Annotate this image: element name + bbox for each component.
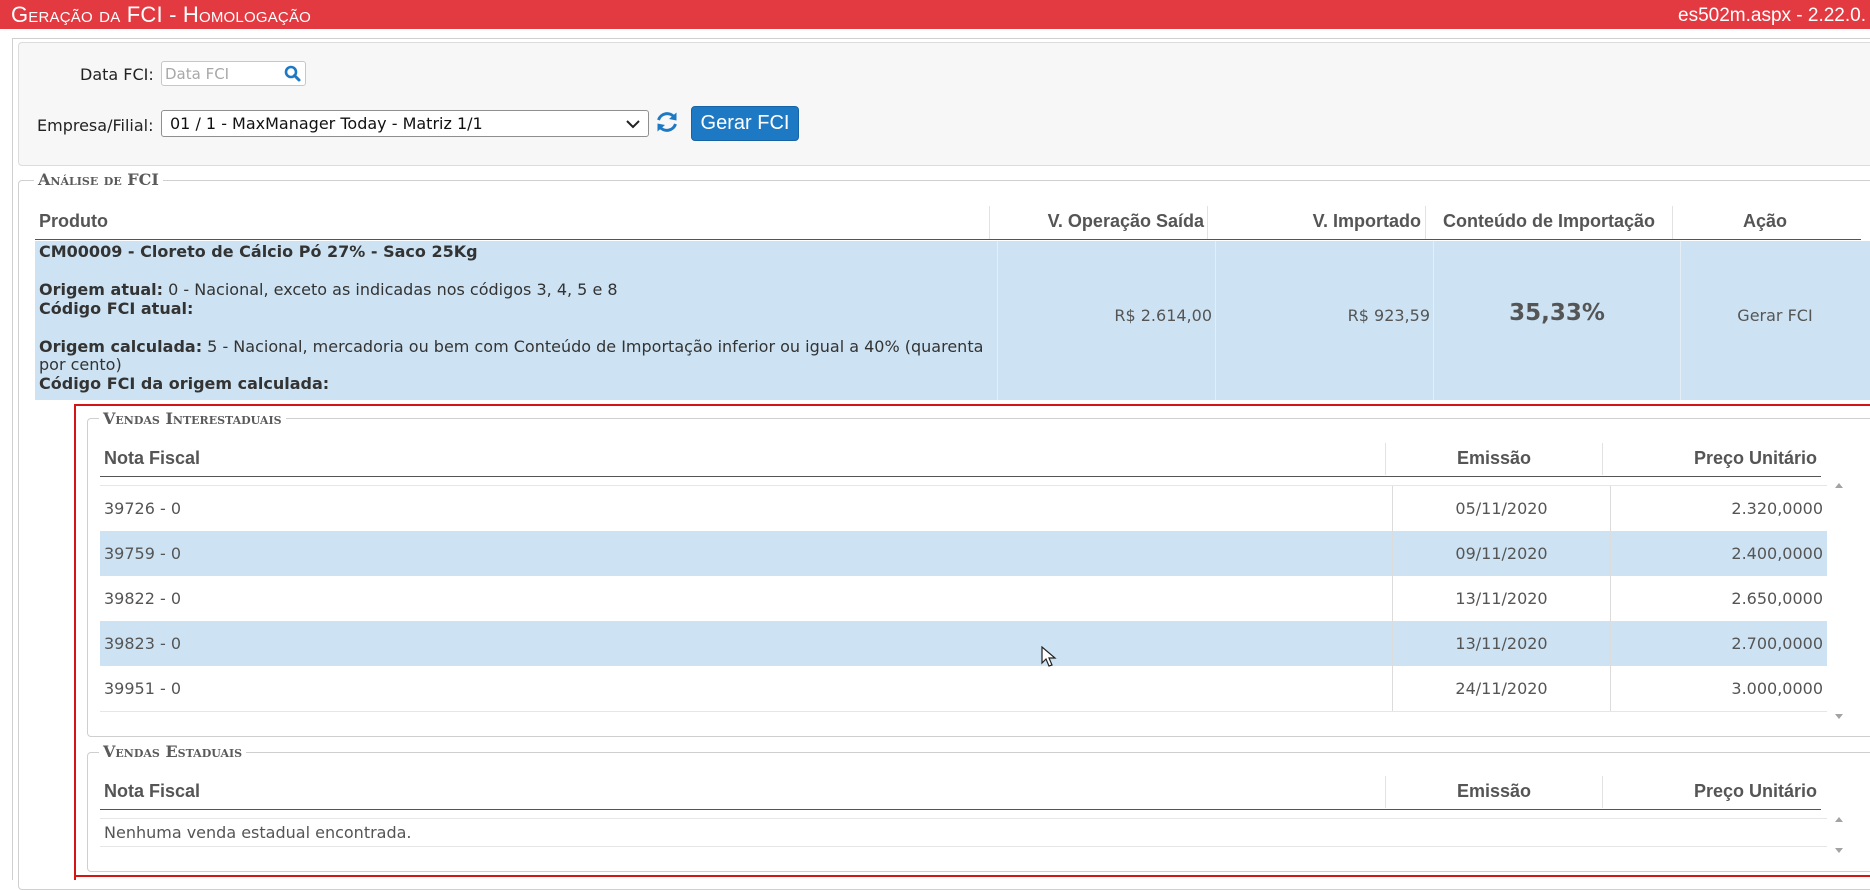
col-v-operacao-saida: V. Operação Saída bbox=[1047, 211, 1204, 231]
product-name: CM00009 - Cloreto de Cálcio Pó 27% - Sac… bbox=[39, 242, 478, 261]
chevron-down-icon bbox=[626, 120, 640, 129]
search-icon[interactable] bbox=[283, 65, 303, 83]
nota-fiscal: 39951 - 0 bbox=[104, 679, 182, 698]
company-label: Empresa/Filial: bbox=[37, 116, 154, 135]
company-select[interactable]: 01 / 1 - MaxManager Today - Matriz 1/1 bbox=[161, 110, 649, 137]
state-header-underline bbox=[100, 809, 1821, 810]
v-operacao-saida-value: R$ 2.614,00 bbox=[1114, 306, 1212, 325]
cell-separator bbox=[1610, 576, 1611, 621]
cell-separator bbox=[1610, 621, 1611, 666]
col-v-importado: V. Importado bbox=[1312, 211, 1421, 231]
codigo-fci-atual: Código FCI atual: bbox=[39, 299, 194, 318]
emissao: 13/11/2020 bbox=[1455, 634, 1548, 653]
col-conteudo-importacao: Conteúdo de Importação bbox=[1442, 211, 1655, 231]
v-importado-value: R$ 923,59 bbox=[1347, 306, 1430, 325]
date-label: Data FCI: bbox=[80, 65, 154, 84]
window-title-bar: Geração da FCI - Homologação es502m.aspx… bbox=[0, 0, 1870, 29]
emissao: 13/11/2020 bbox=[1455, 589, 1548, 608]
preco-unitario: 2.650,0000 bbox=[1731, 589, 1823, 608]
row-divider bbox=[100, 711, 1827, 712]
scroll-down-arrow[interactable] bbox=[1834, 845, 1844, 855]
table-row[interactable]: 39759 - 0 09/11/2020 2.400,0000 bbox=[100, 531, 1827, 576]
header-underline bbox=[35, 239, 1861, 240]
state-col-emissao: Emissão bbox=[1456, 781, 1532, 801]
scroll-up-arrow[interactable] bbox=[1834, 815, 1844, 825]
emissao: 24/11/2020 bbox=[1455, 679, 1548, 698]
refresh-icon[interactable] bbox=[654, 109, 680, 135]
nota-fiscal: 39759 - 0 bbox=[104, 544, 182, 563]
state-sales-fieldset bbox=[87, 752, 1870, 872]
page-title: Geração da FCI - Homologação bbox=[11, 2, 312, 27]
nota-fiscal: 39726 - 0 bbox=[104, 499, 182, 518]
interstate-sales-legend: Vendas Interestaduais bbox=[99, 409, 286, 428]
nota-fiscal: 39822 - 0 bbox=[104, 589, 182, 608]
page-frame-left bbox=[12, 38, 13, 880]
cell-separator bbox=[1610, 531, 1611, 576]
row-divider bbox=[100, 846, 1827, 847]
row-divider bbox=[100, 818, 1827, 819]
origem-calculada-cont: por cento) bbox=[39, 355, 122, 374]
date-fci-placeholder: Data FCI bbox=[165, 65, 230, 83]
state-col-nota-fiscal: Nota Fiscal bbox=[104, 781, 201, 801]
mouse-cursor-icon bbox=[1041, 646, 1057, 667]
conteudo-importacao-value: 35,33% bbox=[1509, 300, 1605, 326]
table-row[interactable]: 39726 - 0 05/11/2020 2.320,0000 bbox=[100, 486, 1827, 531]
scroll-down-arrow[interactable] bbox=[1834, 711, 1844, 721]
interstate-col-preco-unitario: Preço Unitário bbox=[1693, 448, 1817, 468]
cell-separator bbox=[1610, 486, 1611, 531]
company-select-value: 01 / 1 - MaxManager Today - Matriz 1/1 bbox=[170, 114, 483, 133]
preco-unitario: 2.320,0000 bbox=[1731, 499, 1823, 518]
table-row[interactable]: 39822 - 0 13/11/2020 2.650,0000 bbox=[100, 576, 1827, 621]
nota-fiscal: 39823 - 0 bbox=[104, 634, 182, 653]
page-frame-top bbox=[12, 38, 1870, 39]
preco-unitario: 2.400,0000 bbox=[1731, 544, 1823, 563]
scroll-up-arrow[interactable] bbox=[1834, 481, 1844, 491]
preco-unitario: 3.000,0000 bbox=[1731, 679, 1823, 698]
state-sales-legend: Vendas Estaduais bbox=[99, 742, 247, 761]
col-produto: Produto bbox=[39, 211, 108, 231]
interstate-header-underline bbox=[100, 476, 1821, 477]
state-col-preco-unitario: Preço Unitário bbox=[1693, 781, 1817, 801]
emissao: 05/11/2020 bbox=[1455, 499, 1548, 518]
interstate-col-emissao: Emissão bbox=[1456, 448, 1532, 468]
preco-unitario: 2.700,0000 bbox=[1731, 634, 1823, 653]
origem-calculada: Origem calculada: 5 - Nacional, mercador… bbox=[39, 337, 984, 356]
highlight-frame-bottom bbox=[74, 875, 1870, 877]
generate-fci-button[interactable]: Gerar FCI bbox=[691, 106, 799, 141]
origem-atual: Origem atual: 0 - Nacional, exceto as in… bbox=[39, 280, 618, 299]
date-fci-input[interactable]: Data FCI bbox=[161, 61, 306, 86]
analysis-legend: Análise de FCI bbox=[34, 170, 163, 189]
codigo-fci-calculada: Código FCI da origem calculada: bbox=[39, 374, 330, 393]
table-row[interactable]: 39951 - 0 24/11/2020 3.000,0000 bbox=[100, 666, 1827, 711]
emissao: 09/11/2020 bbox=[1455, 544, 1548, 563]
state-sales-empty-message: Nenhuma venda estadual encontrada. bbox=[104, 823, 412, 842]
gerar-fci-action-link[interactable]: Gerar FCI bbox=[1680, 306, 1870, 325]
table-row[interactable]: 39823 - 0 13/11/2020 2.700,0000 bbox=[100, 621, 1827, 666]
cell-separator bbox=[1610, 666, 1611, 711]
page-version: es502m.aspx - 2.22.0. bbox=[1678, 5, 1866, 26]
interstate-col-nota-fiscal: Nota Fiscal bbox=[104, 448, 201, 468]
col-acao: Ação bbox=[1742, 211, 1787, 231]
